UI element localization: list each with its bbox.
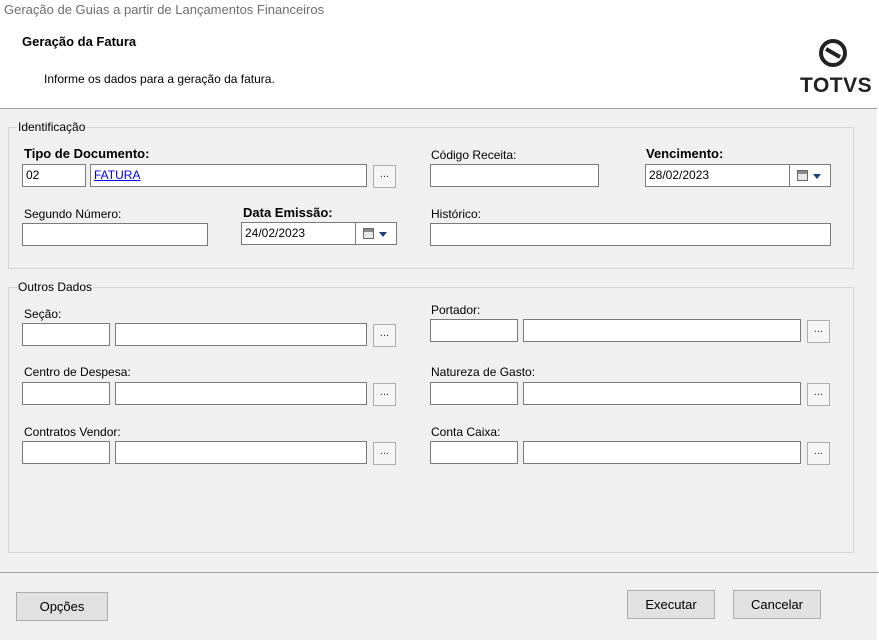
- identificacao-group: Identificação: [8, 120, 854, 269]
- wizard-header: Geração da Fatura Informe os dados para …: [0, 22, 879, 109]
- data-emissao-label: Data Emissão:: [243, 205, 333, 220]
- window-titlebar: Geração de Guias a partir de Lançamentos…: [0, 0, 879, 22]
- calendar-icon: [797, 170, 808, 181]
- centro-despesa-description-field[interactable]: [115, 382, 367, 405]
- tipo-documento-code-field[interactable]: 02: [22, 164, 86, 187]
- secao-label: Seção:: [24, 307, 62, 321]
- cancelar-button[interactable]: Cancelar: [733, 590, 821, 619]
- natureza-gasto-code-field[interactable]: [430, 382, 518, 405]
- segundo-numero-field[interactable]: [22, 223, 208, 246]
- natureza-gasto-description-field[interactable]: [523, 382, 801, 405]
- calendar-icon: [363, 228, 374, 239]
- page-subtitle: Informe os dados para a geração da fatur…: [44, 72, 275, 86]
- executar-button[interactable]: Executar: [627, 590, 715, 619]
- contratos-vendor-lookup-button[interactable]: ...: [373, 442, 396, 465]
- secao-code-field[interactable]: [22, 323, 110, 346]
- contratos-vendor-description-field[interactable]: [115, 441, 367, 464]
- portador-code-field[interactable]: [430, 319, 518, 342]
- historico-field[interactable]: [430, 223, 831, 246]
- contratos-vendor-code-field[interactable]: [22, 441, 110, 464]
- window-title: Geração de Guias a partir de Lançamentos…: [4, 2, 325, 17]
- portador-description-field[interactable]: [523, 319, 801, 342]
- data-emissao-date-field[interactable]: 24/02/2023: [241, 222, 356, 245]
- conta-caixa-lookup-button[interactable]: ...: [807, 442, 830, 465]
- dropdown-arrow-icon: [813, 174, 821, 179]
- conta-caixa-code-field[interactable]: [430, 441, 518, 464]
- centro-despesa-label: Centro de Despesa:: [24, 365, 131, 379]
- vencimento-calendar-button[interactable]: [789, 164, 831, 187]
- tipo-documento-label: Tipo de Documento:: [24, 146, 150, 161]
- footer-separator: [0, 572, 879, 573]
- codigo-receita-field[interactable]: [430, 164, 599, 187]
- centro-despesa-lookup-button[interactable]: ...: [373, 383, 396, 406]
- conta-caixa-description-field[interactable]: [523, 441, 801, 464]
- totvs-logo-text: TOTVS: [800, 74, 873, 97]
- portador-lookup-button[interactable]: ...: [807, 320, 830, 343]
- dropdown-arrow-icon: [379, 232, 387, 237]
- totvs-logo-icon: [819, 39, 847, 67]
- vencimento-date-field[interactable]: 28/02/2023: [645, 164, 790, 187]
- tipo-documento-lookup-button[interactable]: ...: [373, 165, 396, 188]
- segundo-numero-label: Segundo Número:: [24, 207, 122, 221]
- data-emissao-calendar-button[interactable]: [355, 222, 397, 245]
- outros-dados-legend: Outros Dados: [18, 280, 93, 294]
- portador-label: Portador:: [431, 303, 481, 317]
- page-title: Geração da Fatura: [22, 34, 137, 49]
- contratos-vendor-label: Contratos Vendor:: [24, 425, 121, 439]
- centro-despesa-code-field[interactable]: [22, 382, 110, 405]
- vencimento-label: Vencimento:: [646, 146, 724, 161]
- tipo-documento-description-link[interactable]: FATURA: [90, 164, 367, 187]
- identificacao-legend: Identificação: [18, 120, 86, 134]
- secao-lookup-button[interactable]: ...: [373, 324, 396, 347]
- codigo-receita-label: Código Receita:: [431, 148, 517, 162]
- opcoes-button[interactable]: Opções: [16, 592, 108, 621]
- natureza-gasto-label: Natureza de Gasto:: [431, 365, 536, 379]
- secao-description-field[interactable]: [115, 323, 367, 346]
- natureza-gasto-lookup-button[interactable]: ...: [807, 383, 830, 406]
- historico-label: Histórico:: [431, 207, 482, 221]
- conta-caixa-label: Conta Caixa:: [431, 425, 501, 439]
